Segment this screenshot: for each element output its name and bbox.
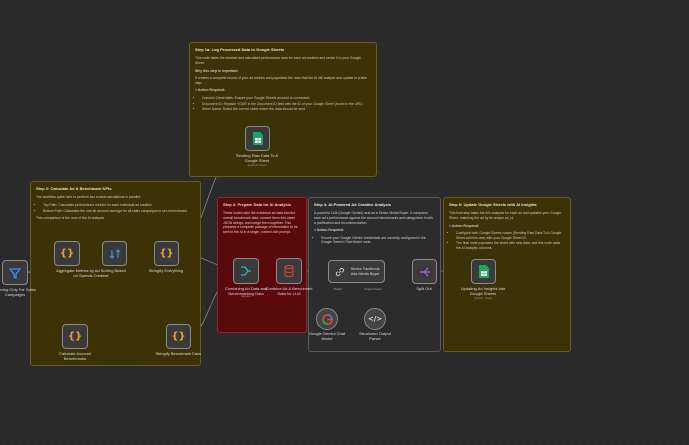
node-combine-llm[interactable] bbox=[276, 258, 302, 284]
checkbox-icon: ■ bbox=[314, 228, 317, 233]
node-label: Updating Ad Insights Into Google Sheets bbox=[460, 286, 506, 296]
node-aggregate[interactable]: {} bbox=[54, 241, 80, 266]
sheets-icon bbox=[478, 265, 489, 278]
node-stringify-everything[interactable]: {} bbox=[154, 241, 179, 266]
node-split-out[interactable] bbox=[412, 259, 437, 284]
note-subtitle: Why this step is important: bbox=[195, 68, 239, 73]
note-list: Configure both Google Sheets nodes (Send… bbox=[449, 231, 565, 250]
node-sort[interactable] bbox=[102, 241, 127, 266]
node-label: Aggregate Metrics by Ad Sorting Based on… bbox=[56, 268, 126, 278]
note-list-item: Document ID: Replace YOUR in the Documen… bbox=[202, 102, 371, 107]
node-label: Stringify Benchmark Data bbox=[155, 351, 201, 356]
node-send-raw-sheet[interactable] bbox=[245, 126, 270, 151]
note-list-item: Configure both Google Sheets nodes (Send… bbox=[456, 231, 565, 240]
node-subtitle: update: sheet bbox=[473, 296, 493, 300]
note-text: The workflow splits here to perform two … bbox=[36, 195, 141, 200]
checkbox-icon: ■ bbox=[195, 88, 198, 93]
note-list-item: Connect Credentials: Ensure your Google … bbox=[202, 96, 371, 101]
sort-icon bbox=[109, 248, 120, 259]
node-combining-merge[interactable] bbox=[233, 258, 259, 284]
node-label: Structured Output Parser bbox=[359, 331, 391, 341]
note-subtitle: ■ Action Required: bbox=[195, 88, 226, 93]
node-label: Stringify Everything bbox=[148, 268, 184, 273]
note-title: Step 5: Update Google Sheets with AI Ins… bbox=[449, 202, 537, 207]
merge-icon bbox=[241, 266, 251, 276]
code-icon: {} bbox=[59, 248, 75, 259]
node-gemini-chat-model[interactable] bbox=[316, 308, 338, 330]
note-subtitle: ■ Action Required: bbox=[314, 228, 345, 233]
checkbox-icon: ■ bbox=[449, 223, 452, 228]
node-update-sheet[interactable] bbox=[471, 259, 496, 284]
port-label: Model* bbox=[333, 287, 343, 291]
node-subtitle: append: sheet bbox=[247, 163, 267, 167]
funnel-icon bbox=[9, 267, 21, 279]
note-subtitle: ■ Action Required: bbox=[449, 223, 480, 228]
node-label: Filtering Only For Sales Campaigns bbox=[0, 287, 36, 297]
note-title: Step 1a: Log Processed Data to Google Sh… bbox=[195, 47, 285, 52]
note-text: This comparison is the core of the AI an… bbox=[36, 216, 105, 221]
sticky-note-step1[interactable]: Step 1a: Log Processed Data to Google Sh… bbox=[189, 42, 377, 177]
node-filter[interactable] bbox=[2, 260, 28, 285]
code-icon: {} bbox=[67, 331, 83, 342]
node-output-parser[interactable]: </> bbox=[364, 308, 386, 330]
node-label: Combine Ad & Benchmark Data for LLM bbox=[265, 286, 313, 296]
node-label: Split Out bbox=[416, 286, 432, 291]
brackets-icon: </> bbox=[367, 315, 383, 323]
split-icon bbox=[419, 267, 430, 276]
node-media-buyer-agent[interactable]: Senior Facebook Ads Media Buyer bbox=[328, 260, 385, 283]
note-list: Top Path: Calculates performance metrics… bbox=[36, 203, 195, 213]
node-stringify-benchmark[interactable]: {} bbox=[166, 324, 191, 349]
node-label: Senior Facebook Ads Media Buyer bbox=[350, 266, 380, 276]
note-list-item: The final node populates the sheet with … bbox=[456, 241, 565, 250]
sheets-icon bbox=[252, 132, 263, 145]
sticky-note-step5[interactable]: Step 5: Update Google Sheets with AI Ins… bbox=[443, 197, 571, 352]
note-list: Connect Credentials: Ensure your Google … bbox=[195, 96, 371, 112]
note-text: It creates a complete record of your ad … bbox=[195, 76, 368, 85]
note-text: A powerful LLM (Google Gemini) acts as a… bbox=[314, 211, 433, 225]
note-text: This final step takes the AI's analysis … bbox=[449, 211, 562, 220]
node-label: Sending Raw Data To A Google Sheet bbox=[235, 153, 279, 163]
note-title: Step 2: Calculate Ad & Benchmark KPIs bbox=[36, 186, 112, 191]
note-title: Step 3: Prepare Data for AI Analysis bbox=[223, 202, 291, 207]
database-icon bbox=[284, 265, 294, 277]
note-list-item: Ensure your Google Gemini credentials ar… bbox=[321, 236, 435, 245]
code-icon: {} bbox=[159, 248, 174, 259]
note-list-item: Bottom Path: Calculates the overall acco… bbox=[43, 209, 195, 214]
note-list: Ensure your Google Gemini credentials ar… bbox=[314, 236, 435, 245]
node-subtitle: append bbox=[240, 294, 251, 298]
code-icon: {} bbox=[171, 331, 186, 342]
note-text: These nodes take the individual ad data … bbox=[223, 211, 298, 234]
note-text: This node takes the cleaned and calculat… bbox=[195, 56, 361, 65]
node-label: Calculate Account Benchmarks bbox=[58, 351, 92, 361]
port-label: Output Parser bbox=[364, 287, 382, 291]
note-list-item: Top Path: Calculates performance metrics… bbox=[43, 203, 195, 208]
node-calculate-benchmarks[interactable]: {} bbox=[62, 324, 88, 349]
note-title: Step 4: AI-Powered Ad Creative Analysis bbox=[314, 202, 391, 207]
gemini-icon bbox=[321, 313, 333, 325]
node-label: Google Gemini Chat Model bbox=[308, 331, 346, 341]
note-list-item: Sheet Name: Select the correct sheet whe… bbox=[202, 107, 371, 112]
link-icon bbox=[335, 267, 344, 276]
